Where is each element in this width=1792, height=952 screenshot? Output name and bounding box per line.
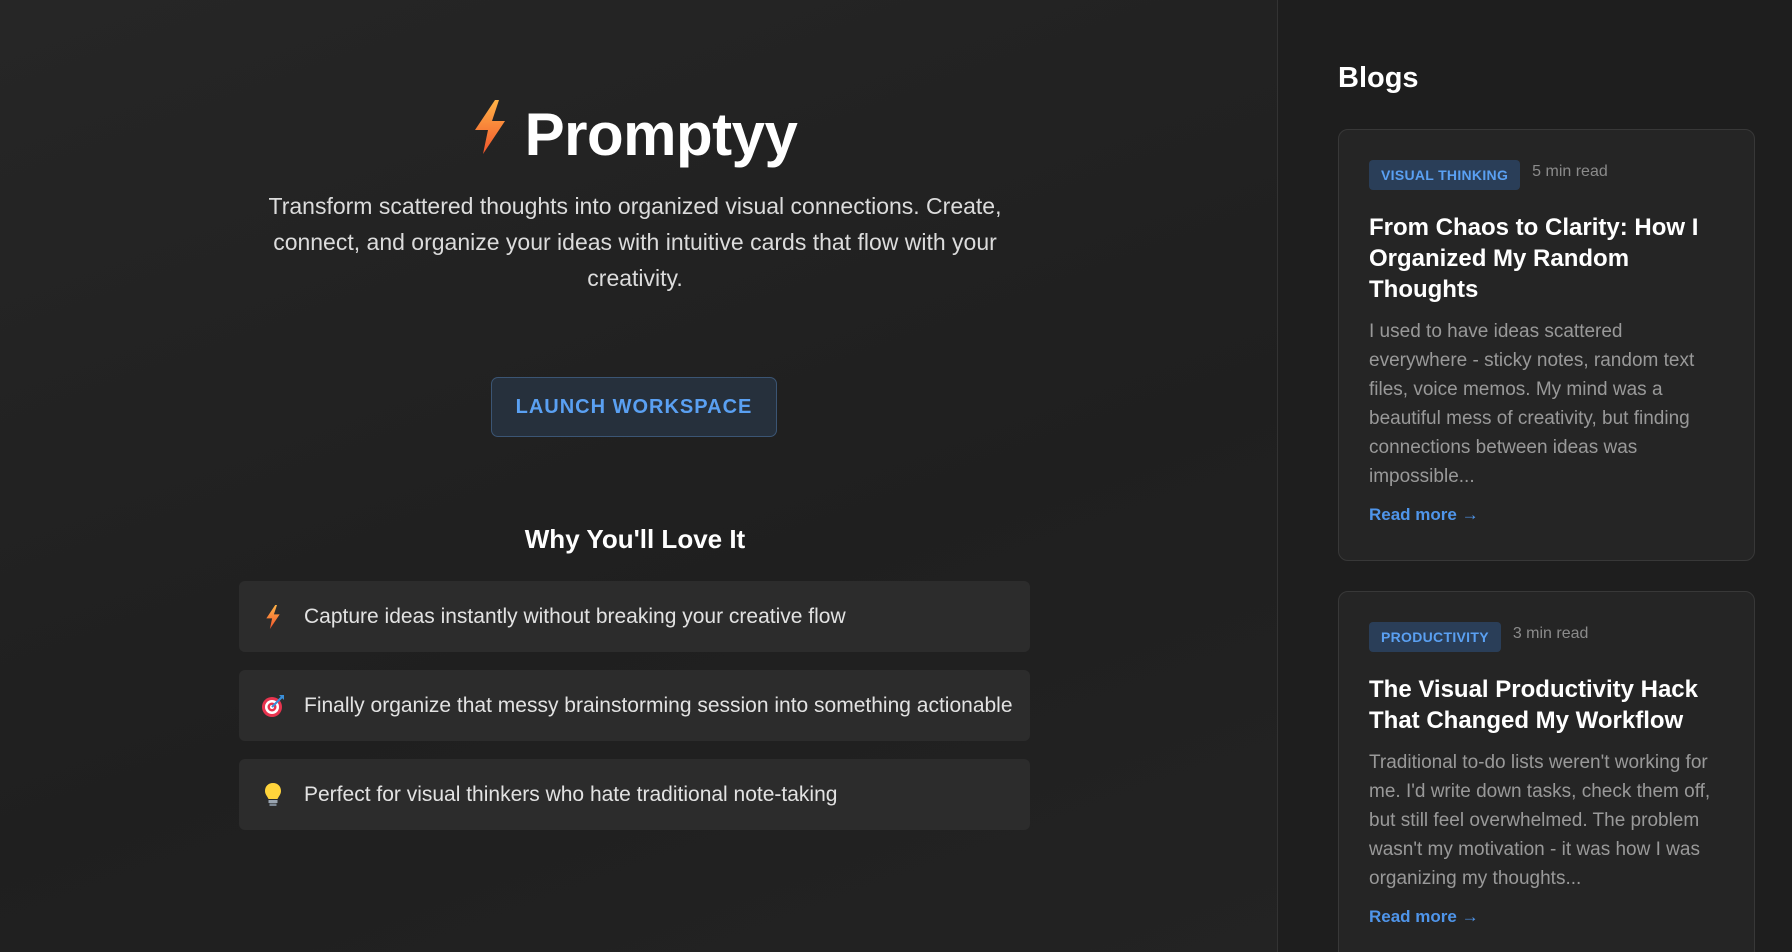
main-panel: Promptyy Transform scattered thoughts in… <box>0 0 1277 952</box>
feature-text: Capture ideas instantly without breaking… <box>304 604 846 628</box>
blogs-heading: Blogs <box>1338 62 1419 94</box>
lightning-bolt-icon <box>261 604 285 630</box>
blog-excerpt: I used to have ideas scattered everywher… <box>1369 321 1695 487</box>
blog-card[interactable]: PRODUCTIVITY 3 min read The Visual Produ… <box>1338 591 1755 952</box>
read-more-link[interactable]: Read more → <box>1369 907 1479 927</box>
feature-text: Perfect for visual thinkers who hate tra… <box>304 782 838 806</box>
blog-title[interactable]: From Chaos to Clarity: How I Organized M… <box>1369 212 1724 305</box>
blogs-sidebar: Blogs VISUAL THINKING 5 min read From Ch… <box>1278 0 1792 952</box>
tagline: Transform scattered thoughts into organi… <box>268 193 1002 291</box>
blog-title[interactable]: The Visual Productivity Hack That Change… <box>1369 674 1724 736</box>
blog-excerpt: Traditional to-do lists weren't working … <box>1369 752 1711 889</box>
read-time: 5 min read <box>1532 163 1608 180</box>
features-heading: Why You'll Love It <box>524 524 746 554</box>
read-more-link[interactable]: Read more → <box>1369 505 1479 525</box>
read-time: 3 min read <box>1512 625 1589 642</box>
app-name: Promptyy <box>524 101 798 168</box>
feature-text: Finally organize that messy brainstormin… <box>304 693 1013 717</box>
app-title: Promptyy <box>0 99 1270 174</box>
lightning-bolt-icon <box>473 99 507 168</box>
blog-tag: PRODUCTIVITY <box>1369 622 1501 652</box>
launch-workspace-button[interactable]: LAUNCH WORKSPACE <box>491 377 777 437</box>
light-bulb-icon <box>261 782 285 808</box>
feature-item: Capture ideas instantly without breaking… <box>239 581 1030 652</box>
blog-meta: VISUAL THINKING 5 min read <box>1369 160 1724 190</box>
feature-item: Perfect for visual thinkers who hate tra… <box>239 759 1030 830</box>
target-dart-icon <box>261 693 285 719</box>
feature-item: Finally organize that messy brainstormin… <box>239 670 1030 741</box>
blog-card[interactable]: VISUAL THINKING 5 min read From Chaos to… <box>1338 129 1755 561</box>
blog-meta: PRODUCTIVITY 3 min read <box>1369 622 1724 652</box>
blog-tag: VISUAL THINKING <box>1369 160 1521 190</box>
